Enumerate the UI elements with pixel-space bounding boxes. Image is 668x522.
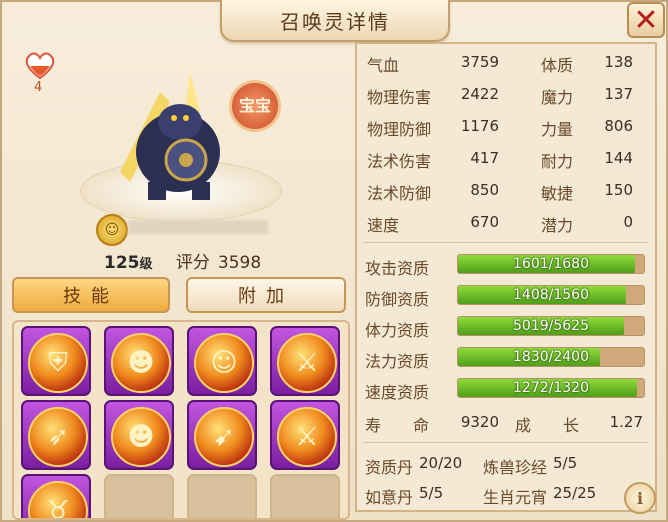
beast-scroll-value: 5/5 (553, 454, 578, 472)
aptitude-bar: 1830/2400 (457, 347, 645, 367)
mag-label: 魔力 (541, 88, 574, 107)
zodiac-value: 25/25 (553, 484, 597, 502)
skill-slot[interactable]: ☻ (104, 400, 174, 470)
horned-demon-skill-icon: ♉ (28, 481, 88, 518)
heart-icon (25, 52, 55, 80)
fire-face-skill-icon: ☺ (194, 333, 254, 393)
life-label: 寿 命 (365, 416, 430, 435)
skill-slot[interactable]: ➹ (187, 400, 257, 470)
con-value: 138 (604, 53, 633, 71)
skill-slot[interactable]: ⚔ (270, 400, 340, 470)
blade-skill-icon: ⚔ (277, 407, 337, 467)
aptitude-value: 1408/1560 (513, 287, 589, 303)
skill-slot[interactable]: ⛨ (21, 326, 91, 396)
patk-value: 2422 (460, 85, 499, 103)
con-label: 体质 (541, 56, 574, 75)
close-icon: ✕ (633, 2, 659, 38)
aptitude-bar: 1601/1680 (457, 254, 645, 274)
skill-slot[interactable]: ⚔ (270, 326, 340, 396)
spd-label: 速度 (367, 216, 400, 235)
patk-label: 物理伤害 (367, 88, 432, 107)
aptitude-value: 1272/1320 (513, 380, 589, 396)
empty-skill-slot[interactable] (104, 474, 174, 518)
baby-badge: 宝宝 (229, 80, 281, 132)
summon-model-image[interactable] (100, 62, 250, 212)
hp-label: 气血 (367, 56, 400, 75)
ruyi-pill-value: 5/5 (419, 484, 444, 502)
aptitude-bar: 5019/5625 (457, 316, 645, 336)
window-title: 召唤灵详情 (280, 10, 390, 34)
str-value: 806 (604, 117, 633, 135)
str-label: 力量 (541, 120, 574, 139)
title-bar: 召唤灵详情 (220, 0, 450, 42)
spear-skill-icon: ➹ (194, 407, 254, 467)
level-score-line: 125级 评分 3598 (104, 248, 261, 273)
skill-slot[interactable]: ♉ (21, 474, 91, 518)
score-label: 评分 (175, 253, 210, 273)
aptitude-value: 1601/1680 (513, 256, 589, 272)
growth-label: 成 长 (515, 416, 580, 435)
empty-skill-slot[interactable] (187, 474, 257, 518)
extra-tab-button[interactable]: 附加 (186, 277, 346, 313)
coin-icon: ☺ (96, 214, 128, 246)
lifespan-heart-count: 4 (34, 80, 43, 95)
mag-value: 137 (604, 85, 633, 103)
summon-name-redacted (128, 220, 268, 234)
end-label: 耐力 (541, 152, 574, 171)
aptitude-pill-value: 20/20 (419, 454, 463, 472)
skills-tab-button[interactable]: 技能 (12, 277, 170, 313)
pdef-value: 1176 (460, 117, 499, 135)
zodiac-label: 生肖元宵 (483, 488, 548, 507)
aptitude-label: 防御资质 (365, 290, 430, 309)
life-value: 9320 (460, 413, 499, 431)
demon-skill-icon: ☻ (111, 333, 171, 393)
skill-slot[interactable]: ☺ (187, 326, 257, 396)
close-button[interactable]: ✕ (627, 2, 665, 38)
spd-value: 670 (470, 213, 499, 231)
growth-value: 1.27 (609, 413, 643, 431)
mdef-label: 法术防御 (367, 184, 432, 203)
info-icon[interactable]: i (624, 482, 656, 514)
matk-value: 417 (470, 149, 499, 167)
stats-divider (363, 242, 649, 243)
mdef-value: 850 (470, 181, 499, 199)
agi-value: 150 (604, 181, 633, 199)
flame-ghost-skill-icon: ☻ (111, 407, 171, 467)
aptitude-label: 速度资质 (365, 383, 430, 402)
slash-skill-icon: ⚔ (277, 333, 337, 393)
aptitude-label: 法力资质 (365, 352, 430, 371)
pot-value: 0 (623, 213, 633, 231)
stats-panel: 气血 3759 体质 138 物理伤害 2422 魔力 137 物理防御 117… (355, 42, 657, 512)
hp-value: 3759 (460, 53, 499, 71)
end-value: 144 (604, 149, 633, 167)
matk-label: 法术伤害 (367, 152, 432, 171)
aptitude-label: 体力资质 (365, 321, 430, 340)
skills-grid: ⛨ ☻ ☺ ⚔ ➶ ☻ ➹ ⚔ ♉ (12, 320, 350, 520)
skill-slot[interactable]: ➶ (21, 400, 91, 470)
beast-scroll-label: 炼兽珍经 (483, 458, 548, 477)
aptitude-pill-label: 资质丹 (365, 458, 414, 477)
score-value: 3598 (217, 253, 262, 273)
ruyi-pill-label: 如意丹 (365, 488, 414, 507)
level-value: 125 (104, 253, 140, 273)
level-unit: 级 (139, 257, 153, 272)
skill-slot[interactable]: ☻ (104, 326, 174, 396)
aptitude-value: 5019/5625 (513, 318, 589, 334)
aptitude-bar: 1272/1320 (457, 378, 645, 398)
aptitude-bar: 1408/1560 (457, 285, 645, 305)
stats-divider (363, 442, 649, 443)
pdef-label: 物理防御 (367, 120, 432, 139)
aptitude-label: 攻击资质 (365, 259, 430, 278)
aptitude-value: 1830/2400 (513, 349, 589, 365)
pot-label: 潜力 (541, 216, 574, 235)
shield-skill-icon: ⛨ (28, 333, 88, 393)
empty-skill-slot[interactable] (270, 474, 340, 518)
agi-label: 敏捷 (541, 184, 574, 203)
arrows-skill-icon: ➶ (28, 407, 88, 467)
